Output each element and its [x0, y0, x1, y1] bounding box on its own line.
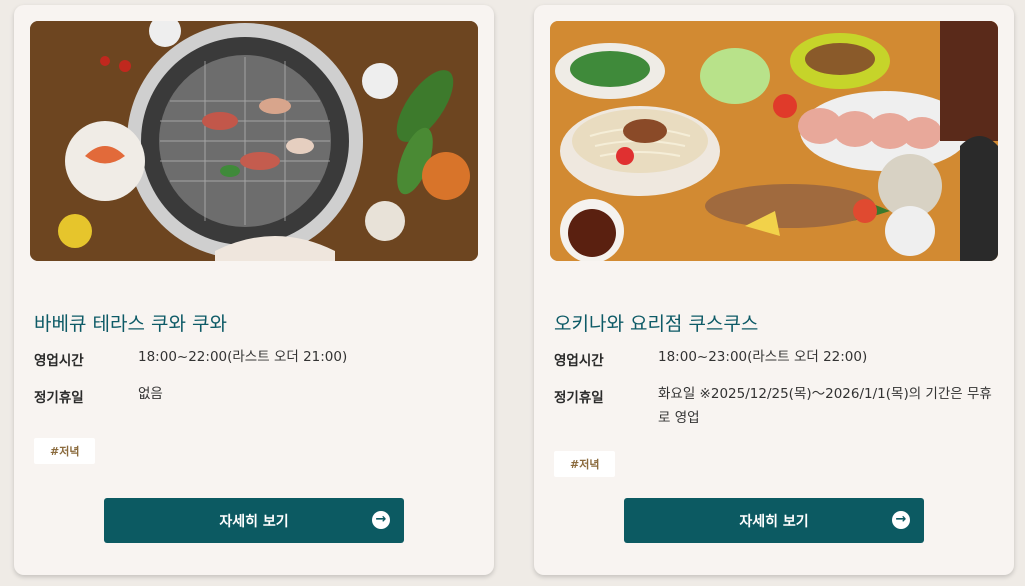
view-details-button[interactable]: 자세히 보기 →: [624, 498, 924, 543]
holiday-value: 없음: [138, 386, 163, 402]
view-details-label: 자세히 보기: [739, 513, 809, 530]
arrow-right-circle-icon: →: [372, 511, 390, 529]
hours-row: 영업시간 18:00~22:00(라스트 오더 21:00): [34, 349, 474, 369]
hours-row: 영업시간 18:00~23:00(라스트 오더 22:00): [554, 349, 994, 369]
restaurant-card: 바베큐 테라스 쿠와 쿠와 영업시간 18:00~22:00(라스트 오더 21…: [14, 5, 494, 575]
holiday-label: 정기휴일: [34, 390, 84, 406]
holiday-row: 정기휴일 없음: [34, 386, 474, 406]
hours-value: 18:00~23:00(라스트 오더 22:00): [658, 349, 868, 365]
hours-label: 영업시간: [554, 353, 604, 369]
tag-badge[interactable]: #저녁: [34, 438, 96, 464]
restaurant-name: 오키나와 요리점 쿠스쿠스: [554, 313, 759, 335]
restaurant-name: 바베큐 테라스 쿠와 쿠와: [34, 313, 227, 335]
holiday-value: 화요일 ※2025/12/25(목)～2026/1/1(목)의 기간은 무휴로 …: [658, 386, 992, 426]
holiday-label: 정기휴일: [554, 390, 604, 406]
view-details-label: 자세히 보기: [219, 513, 289, 530]
restaurant-photo: [550, 21, 998, 261]
view-details-button[interactable]: 자세히 보기 →: [104, 498, 404, 543]
hours-value: 18:00~22:00(라스트 오더 21:00): [138, 349, 348, 365]
holiday-row: 정기휴일 화요일 ※2025/12/25(목)～2026/1/1(목)의 기간은…: [554, 386, 994, 430]
restaurant-photo: [30, 21, 478, 261]
tag-badge[interactable]: #저녁: [554, 451, 616, 477]
hours-label: 영업시간: [34, 353, 84, 369]
arrow-right-circle-icon: →: [892, 511, 910, 529]
restaurant-card: 오키나와 요리점 쿠스쿠스 영업시간 18:00~23:00(라스트 오더 22…: [534, 5, 1014, 575]
